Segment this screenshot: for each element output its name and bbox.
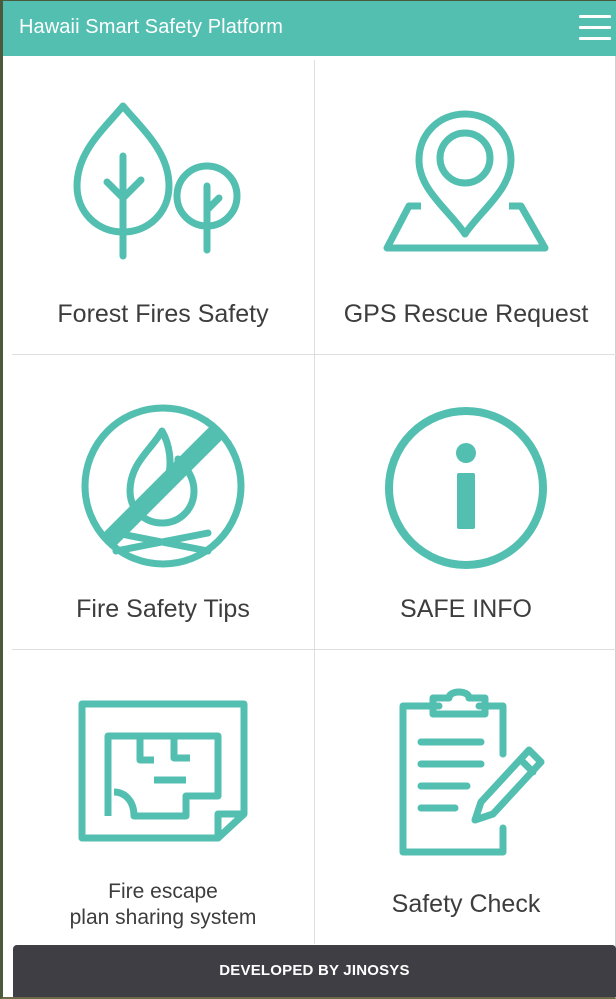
tile-fire-safety-tips[interactable]: Fire Safety Tips — [12, 355, 314, 649]
tile-forest-fires-safety[interactable]: Forest Fires Safety — [12, 60, 314, 354]
tile-label: SAFE INFO — [400, 595, 532, 623]
clipboard-checklist-icon — [399, 688, 545, 856]
tile-safety-check[interactable]: Safety Check — [315, 650, 616, 944]
tile-label-line2: plan sharing system — [69, 906, 257, 929]
tile-label: Forest Fires Safety — [57, 300, 269, 328]
tile-fire-escape-plan[interactable]: Fire escape plan sharing system — [12, 650, 314, 944]
page-title: Hawaii Smart Safety Platform — [19, 16, 283, 38]
hamburger-menu-icon[interactable] — [579, 13, 611, 43]
no-fire-icon — [81, 404, 245, 568]
floor-plan-icon — [78, 700, 248, 842]
app-header: Hawaii Smart Safety Platform — [3, 0, 616, 56]
tile-label: Safety Check — [391, 890, 541, 918]
trees-icon — [73, 102, 241, 260]
tile-label-line1: Fire escape — [108, 880, 218, 903]
footer-credit: DEVELOPED BY JINOSYS — [13, 945, 616, 997]
tile-safe-info[interactable]: SAFE INFO — [315, 355, 616, 649]
menu-grid: Forest Fires Safety GPS Rescue Request F… — [12, 60, 616, 944]
tile-label: Fire Safety Tips — [76, 595, 250, 623]
map-pin-icon — [383, 110, 549, 252]
tile-gps-rescue-request[interactable]: GPS Rescue Request — [315, 60, 616, 354]
tile-label: GPS Rescue Request — [343, 300, 589, 328]
info-icon — [385, 407, 547, 569]
